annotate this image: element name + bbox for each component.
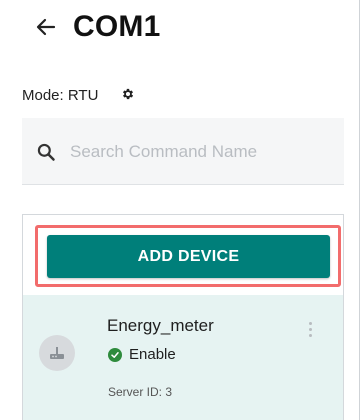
search-icon xyxy=(37,143,55,161)
app-frame: COM1 Mode: RTU ADD DEVICE Energy_meter xyxy=(0,0,360,420)
device-status: Enable xyxy=(129,346,176,363)
add-device-button[interactable]: ADD DEVICE xyxy=(47,235,330,278)
kebab-menu-icon[interactable] xyxy=(307,322,313,340)
server-id: Server ID: 3 xyxy=(108,385,173,399)
mode-label: Mode: RTU xyxy=(22,87,99,104)
device-name: Energy_meter xyxy=(107,316,214,335)
search-box xyxy=(22,118,344,185)
check-circle-icon xyxy=(108,348,122,362)
page-title: COM1 xyxy=(73,10,161,43)
search-input[interactable] xyxy=(70,134,334,170)
device-avatar xyxy=(39,335,75,371)
device-card[interactable]: Energy_meter Enable Server ID: 3 xyxy=(23,295,343,420)
router-icon xyxy=(50,347,64,359)
gear-icon[interactable] xyxy=(121,87,135,101)
back-arrow-icon[interactable] xyxy=(34,15,58,39)
